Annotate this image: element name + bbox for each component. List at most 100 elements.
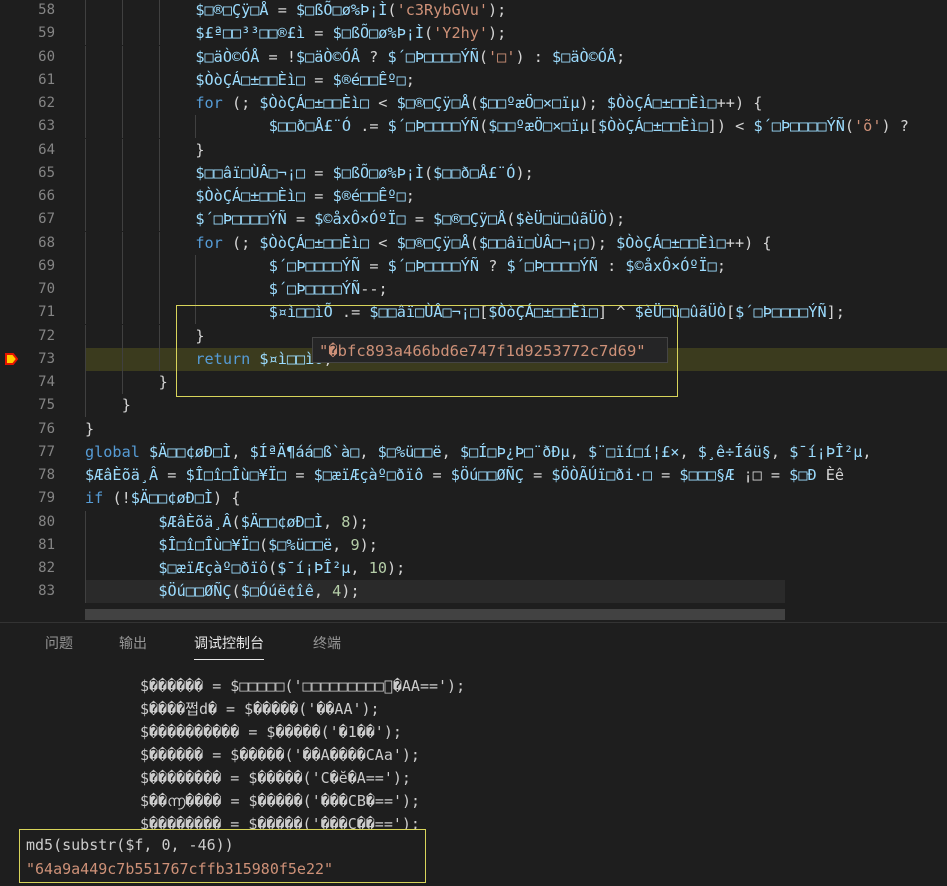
line-number: 69 [38,257,55,274]
indent-guide [121,324,123,348]
code-line[interactable]: 68 for (; $ÒòÇÁ□±□□Èì□ < $□®□Çÿ□Å($□□âï□Ù… [0,231,947,255]
code-line[interactable]: 58 $□®□Çÿ□Å = $□ßÕ□ø%Þ¡Ì('c3RybGVu'); [0,0,947,22]
line-number: 76 [38,420,55,437]
code-line[interactable]: 64} [0,138,947,162]
line-number: 74 [38,374,55,390]
indent-guide [158,45,160,69]
line-number: 65 [38,164,55,181]
indent-guide [85,208,86,232]
horizontal-scrollbar[interactable] [85,609,785,620]
indent-guide [158,254,160,278]
indent-guide [121,231,123,255]
indent-guide [85,161,86,185]
indent-guide [158,0,160,22]
line-code: $ÒòÇÁ□±□□Èì□ = $®é□□Êº□; [195,70,415,89]
code-line[interactable]: 78 $ÆâÈõä¸Â = $Î□î□Îù□¥Ï□ = $□æïÆçàº□ðïô … [0,464,947,487]
indent-guide [121,301,123,325]
code-line[interactable]: 69 $´□Þ□□□□ÝÑ = $´□Þ□□□□ÝÑ ? $´□Þ□□□□ÝÑ … [0,254,947,278]
indent-guide [121,347,123,371]
indent-guide [85,301,86,325]
code-line[interactable]: 83 $Öú□□ØÑÇ($□Óúë¢îê, 4); [38,580,785,604]
breakpoint-icon[interactable] [5,352,18,365]
code-editor[interactable]: 58 $□®□Çÿ□Å = $□ßÕ□ø%Þ¡Ì('c3RybGVu'); 59 $£… [0,0,947,622]
indent-guide [85,185,86,208]
code-line[interactable]: 65 $□□âï□ÙÂ□¬¡□ = $□ßÕ□ø%Þ¡Ì($□□ð□Å£¨Ó); [0,161,947,185]
indent-guide [158,92,160,115]
indent-guide [158,115,160,139]
tab-problems[interactable]: 问题 [45,623,73,666]
indent-guide [121,254,123,278]
indent-guide [85,254,86,278]
indent-guide [121,138,123,162]
indent-guide [85,231,86,255]
console-line: $�������� = $�����('C�ӗ�A=='); [140,769,411,787]
code-line[interactable]: 70 $´□Þ□□□□ÝÑ--; [0,278,947,301]
line-number: 75 [38,397,55,414]
console-line: $������ = $□□□□□('□□□□□□□□□ౖ�AA=='); [140,677,466,695]
indent-guide [85,347,86,371]
line-number: 62 [38,95,55,111]
indent-guide [121,0,123,22]
code-line[interactable]: 63 $□□ð□Å£¨Ó .= $´□Þ□□□□ÝÑ($□□ºæÖ□×□ïµ[$… [0,115,947,139]
line-code: if (!$Ä□□¢øÐ□Ì) { [85,489,241,508]
console-expression[interactable]: md5(substr($f, 0, -46)) [26,834,234,857]
console-line: $���������� = $�����('�1��'); [140,723,402,741]
indent-guide [85,278,86,301]
line-code: global $Ä□□¢øÐ□Ì, $ÍªÄ¶áá□ß`à□, $□%ü□□ë,… [85,442,872,461]
code-line[interactable]: 74} [0,371,947,394]
code-line[interactable]: 71 $¤ì□□ìÕ .= $□□âï□ÙÂ□¬¡□[$ÒòÇÁ□±□□Èì□]… [0,301,947,325]
indent-guide [121,161,123,185]
line-code: } [195,326,205,345]
tab-debug-console[interactable]: 调试控制台 [194,623,264,666]
code-line[interactable]: 66 $ÒòÇÁ□±□□Èì□ = $®é□□Êº□; [0,185,947,208]
indent-guide [121,92,123,115]
code-line[interactable]: 61 $ÒòÇÁ□±□□Èì□ = $®é□□Êº□; [0,68,947,92]
indent-guide [158,347,160,371]
code-line[interactable]: 67 $´□Þ□□□□ÝÑ = $©åxÔ×ÓºÏ□ = $□®□Çÿ□Å($èÜ… [0,208,947,232]
code-line[interactable]: 75} [0,394,947,418]
line-number: 78 [38,467,55,483]
indent-guide [85,533,86,557]
line-code: $□□âï□ÙÂ□¬¡□ = $□ßÕ□ø%Þ¡Ì($□□ð□Å£¨Ó); [195,163,534,182]
indent-guide [85,510,86,534]
line-code: $£ª□□³³□□®£ì = $□ßÕ□ø%Þ¡Ì('Y2hy'); [195,24,507,43]
line-number: 66 [38,188,55,204]
console-result-value: "64a9a449c7b551767cffb315980f5e22" [26,860,334,878]
line-number: 67 [38,211,55,228]
indent-guide [121,68,123,92]
indent-guide [85,557,86,580]
indent-guide [85,0,86,22]
code-line[interactable]: 80 $ÆâÈõä¸Â($Ä□□¢øÐ□Ì, 8); [0,510,947,534]
tab-output[interactable]: 输出 [119,623,147,666]
code-line[interactable]: 79 if (!$Ä□□¢øÐ□Ì) { [0,487,947,510]
line-code: } [85,419,95,438]
line-code: $´□Þ□□□□ÝÑ--; [268,280,388,298]
code-line[interactable]: 60 $□äÒ©ÓÅ = !$□äÒ©ÓÅ ? $´□Þ□□□□ÝÑ('□') :… [0,45,947,69]
indent-guide [158,324,160,348]
indent-guide [121,185,123,208]
indent-guide [195,115,197,139]
line-number: 83 [38,583,55,600]
code-line[interactable]: 76} [0,418,947,441]
tab-terminal[interactable]: 终端 [313,623,341,666]
code-line[interactable]: 77 global $Ä□□¢øÐ□Ì, $ÍªÄ¶áá□ß`à□, $□%ü□□… [0,441,947,464]
line-code: $□äÒ©ÓÅ = !$□äÒ©ÓÅ ? $´□Þ□□□□ÝÑ('□') : $… [195,47,626,66]
code-line[interactable]: 82 $□æïÆçàº□ðïô($¯í¡ÞÎ²µ, 10); [0,557,947,580]
indent-guide [85,68,86,92]
indent-guide [158,138,160,162]
indent-guide [85,92,86,115]
line-number: 77 [38,443,55,460]
indent-guide [121,45,123,69]
indent-guide [195,278,197,301]
line-code: $□□ð□Å£¨Ó .= $´□Þ□□□□ÝÑ($□□ºæÖ□×□ïµ[$ÒòÇ… [268,117,909,136]
console-line: $����쩝d� = $�����('��AA'); [140,700,380,718]
code-line[interactable]: 81 $Î□î□Îù□¥Ï□($□%ü□□ë, 9); [0,533,947,557]
line-number: 59 [38,25,55,42]
code-line[interactable]: 59 $£ª□□³³□□®£ì = $□ßÕ□ø%Þ¡Ì('Y2hy'); [0,22,947,46]
code-line[interactable]: 62 for (; $ÒòÇÁ□±□□Èì□ < $□®□Çÿ□Å($□□ºæÖ□… [0,92,947,115]
indent-guide [85,45,86,69]
line-code: $ÒòÇÁ□±□□Èì□ = $®é□□Êº□; [195,187,415,205]
line-code: $´□Þ□□□□ÝÑ = $©åxÔ×ÓºÏ□ = $□®□Çÿ□Å($èÜ□ü… [195,210,626,229]
line-code: $Î□î□Îù□¥Ï□($□%ü□□ë, 9); [158,535,378,554]
indent-guide [121,115,123,139]
